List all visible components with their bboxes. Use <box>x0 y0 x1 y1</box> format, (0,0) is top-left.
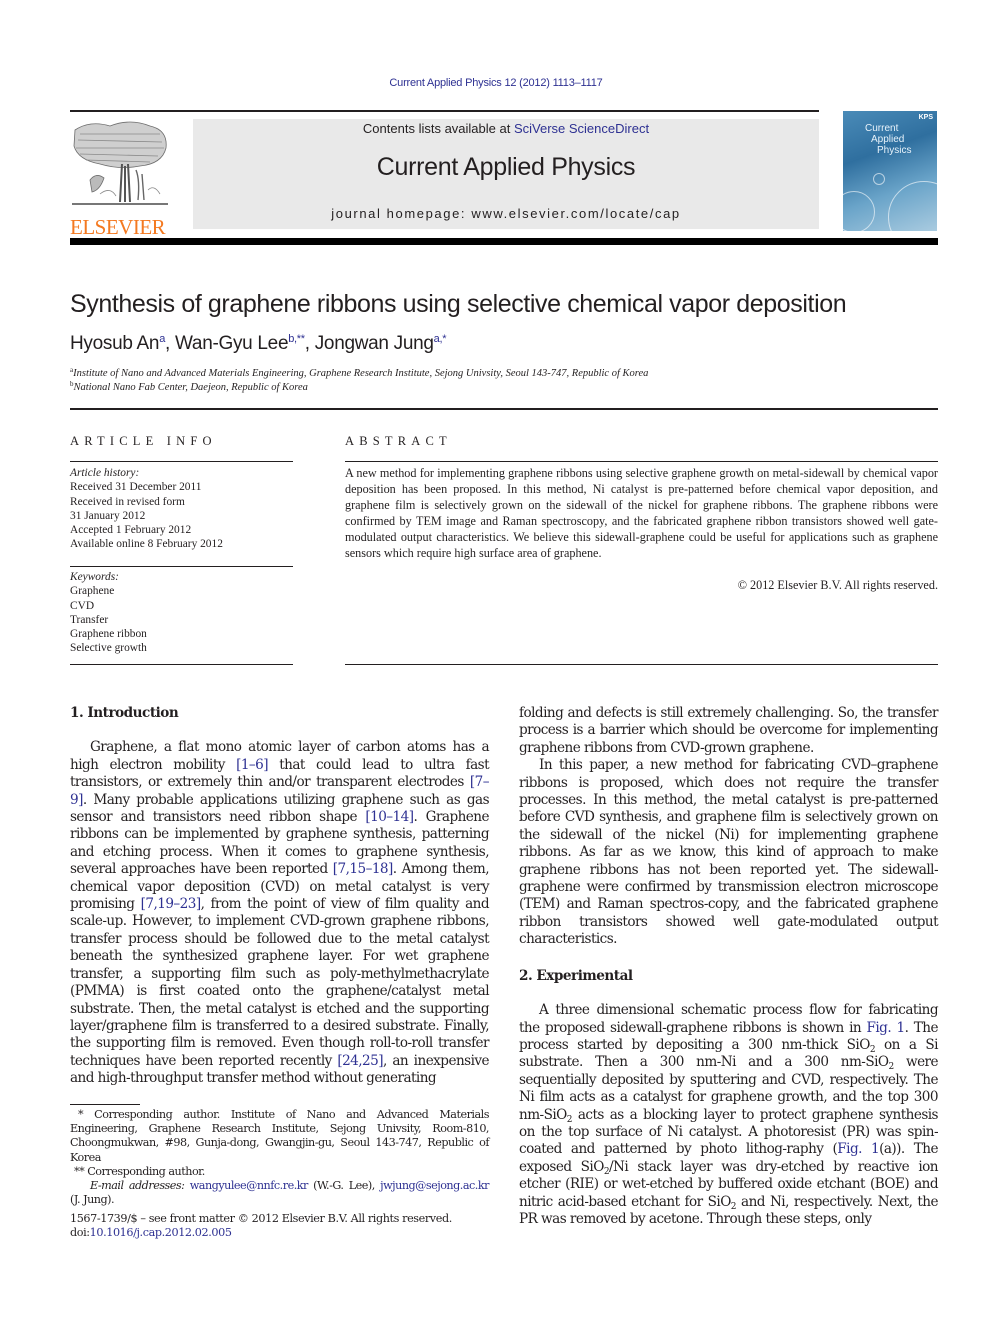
header-bottom-rule <box>70 238 938 245</box>
introduction-paragraph-continued: folding and defects is still extremely c… <box>519 705 939 756</box>
subscript: 2 <box>566 1114 573 1125</box>
introduction-paragraph: Graphene, a flat mono atomic layer of ca… <box>70 739 490 1087</box>
doi-label: doi: <box>70 1226 90 1240</box>
left-column: 1. Introduction Graphene, a flat mono at… <box>70 705 490 1088</box>
affiliation: bNational Nano Fab Center, Daejeon, Repu… <box>70 380 308 393</box>
journal-masthead: Contents lists available at SciVerse Sci… <box>193 119 819 229</box>
email-link[interactable]: jwjung@sejong.ac.kr <box>380 1179 489 1192</box>
cover-badge: KPS <box>918 114 933 121</box>
citation-link[interactable]: [1–6] <box>236 757 269 773</box>
author-affiliation-mark[interactable]: a,* <box>434 333 447 345</box>
affiliation-text: Institute of Nano and Advanced Materials… <box>73 368 649 379</box>
article-history: Article history: Received 31 December 20… <box>70 466 293 552</box>
author-list: Hyosub Ana, Wan-Gyu Leeb,**, Jongwan Jun… <box>70 333 447 355</box>
footnotes: * Corresponding author. Institute of Nan… <box>70 1108 490 1207</box>
citation-link[interactable]: [7–9] <box>70 774 490 807</box>
abstract-copyright: © 2012 Elsevier B.V. All rights reserved… <box>737 578 938 592</box>
doi-line: doi:10.1016/j.cap.2012.02.005 <box>70 1226 452 1240</box>
history-item: 31 January 2012 <box>70 509 146 522</box>
citation-link[interactable]: [7,15–18] <box>333 861 394 877</box>
footnote-emails: E-mail addresses: wangyulee@nnfc.re.kr (… <box>70 1179 489 1207</box>
history-item: Received in revised form <box>70 495 185 508</box>
citation-link[interactable]: [7,19–23] <box>141 896 202 912</box>
header-top-rule <box>70 110 819 112</box>
journal-homepage[interactable]: journal homepage: www.elsevier.com/locat… <box>193 206 819 221</box>
article-info-bottom-rule <box>70 664 293 665</box>
cover-title-line: Applied <box>871 134 905 145</box>
abstract-heading: ABSTRACT <box>345 434 452 448</box>
journal-cover-image[interactable]: KPS Current Applied Physics <box>843 111 937 231</box>
introduction-paragraph: In this paper, a new method for fabricat… <box>519 757 939 948</box>
elsevier-tree-icon <box>72 121 168 205</box>
history-item: Accepted 1 February 2012 <box>70 524 192 537</box>
elsevier-logo[interactable]: ELSEVIER <box>70 120 172 238</box>
keywords-rule <box>70 566 293 567</box>
experimental-paragraph: A three dimensional schematic process fl… <box>519 1002 939 1227</box>
journal-title: Current Applied Physics <box>376 153 636 181</box>
cover-bubble <box>843 191 875 231</box>
email-owner: (W.-G. Lee), <box>307 1179 381 1193</box>
section-heading-introduction: 1. Introduction <box>70 705 179 721</box>
keyword: Transfer <box>70 613 109 626</box>
contents-availability: Contents lists available at SciVerse Sci… <box>193 121 819 136</box>
article-info-rule <box>70 461 293 462</box>
history-item: Received 31 December 2011 <box>70 481 202 494</box>
footnote-corresponding-author: * Corresponding author. Institute of Nan… <box>70 1108 490 1165</box>
keyword: CVD <box>70 599 95 612</box>
keyword: Selective growth <box>70 642 147 655</box>
history-label: Article history: <box>70 467 140 479</box>
cover-bubble <box>873 173 885 185</box>
elsevier-wordmark: ELSEVIER <box>70 215 166 239</box>
keyword: Graphene <box>70 585 115 598</box>
contents-prefix: Contents lists available at <box>362 121 514 136</box>
issn-line: 1567-1739/$ – see front matter © 2012 El… <box>70 1212 452 1225</box>
cover-title-line: Current <box>865 123 899 134</box>
figure-reference-link[interactable]: Fig. 1 <box>866 1020 905 1036</box>
footnote-text: Corresponding author. <box>84 1164 205 1178</box>
article-info-heading: ARTICLE INFO <box>70 434 217 448</box>
subscript: 2 <box>869 1044 876 1055</box>
title-block-rule <box>70 408 938 410</box>
author-name: Jongwan Jung <box>314 333 434 354</box>
journal-reference-link[interactable]: Current Applied Physics 12 (2012) 1113–1… <box>0 77 992 89</box>
affiliation-text: National Nano Fab Center, Daejeon, Repub… <box>73 382 308 393</box>
front-matter: 1567-1739/$ – see front matter © 2012 El… <box>70 1212 452 1240</box>
history-item: Available online 8 February 2012 <box>70 538 223 551</box>
citation-link[interactable]: [10–14] <box>365 809 414 825</box>
email-owner: (J. Jung). <box>70 1193 115 1207</box>
keyword: Graphene ribbon <box>70 628 147 641</box>
section-heading-experimental: 2. Experimental <box>519 967 633 984</box>
subscript: 2 <box>730 1201 737 1212</box>
author-name: Hyosub An <box>70 333 160 354</box>
affiliation: aInstitute of Nano and Advanced Material… <box>70 366 648 379</box>
author-name: Wan-Gyu Lee <box>175 333 289 354</box>
footnote-rule <box>70 1104 140 1105</box>
email-label: E-mail addresses: <box>90 1179 185 1193</box>
cover-bubble <box>888 181 937 231</box>
figure-reference-link[interactable]: Fig. 1 <box>837 1141 879 1157</box>
right-column: folding and defects is still extremely c… <box>519 705 939 1228</box>
keywords-label: Keywords: <box>70 571 119 583</box>
cover-title-line: Physics <box>877 145 912 156</box>
doi-link[interactable]: 10.1016/j.cap.2012.02.005 <box>90 1226 232 1239</box>
article-title: Synthesis of graphene ribbons using sele… <box>70 290 847 318</box>
email-link[interactable]: wangyulee@nnfc.re.kr <box>190 1179 309 1192</box>
footnote-corresponding-author: ** Corresponding author. <box>70 1165 489 1179</box>
abstract-rule <box>345 461 938 462</box>
cover-title: Current Applied Physics <box>865 123 911 156</box>
keywords-list: Keywords: Graphene CVD Transfer Graphene… <box>70 570 293 656</box>
citation-link[interactable]: [24,25] <box>337 1053 383 1069</box>
author-affiliation-mark[interactable]: b,** <box>288 333 305 345</box>
footnote-mark: ** <box>74 1164 85 1178</box>
abstract-bottom-rule <box>345 664 938 665</box>
subscript: 2 <box>603 1166 610 1177</box>
subscript: 2 <box>888 1062 895 1073</box>
sciencedirect-link[interactable]: SciVerse ScienceDirect <box>514 121 649 136</box>
author-separator: , <box>165 333 175 354</box>
footnote-text: Corresponding author. Institute of Nano … <box>70 1108 490 1164</box>
abstract-text: A new method for implementing graphene r… <box>345 466 938 560</box>
author-separator: , <box>304 333 315 354</box>
